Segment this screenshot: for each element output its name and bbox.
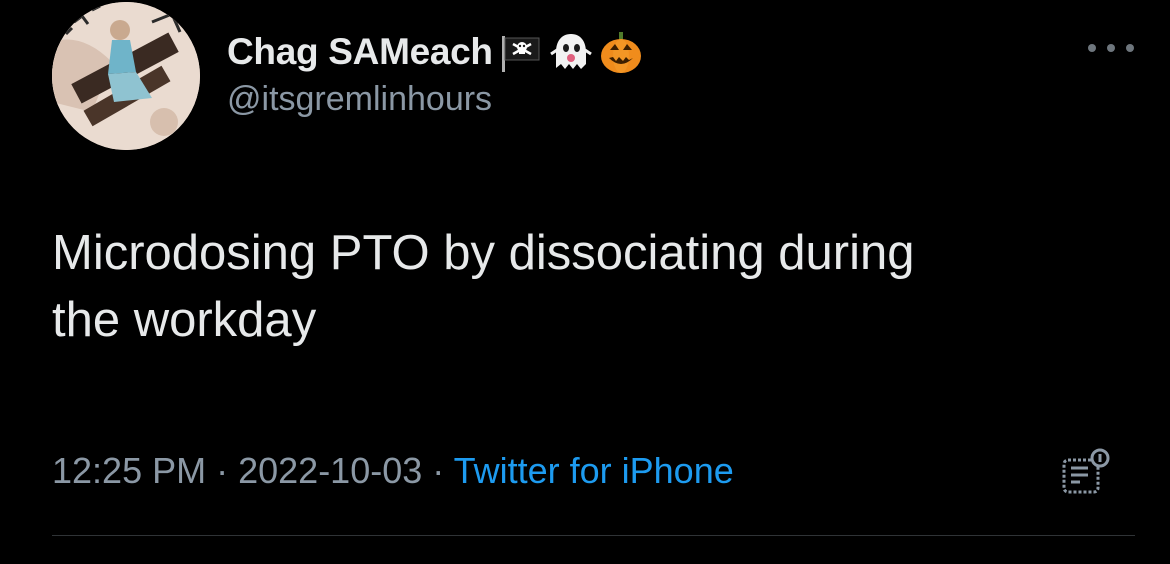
more-options-button[interactable]	[1088, 36, 1134, 60]
ghost-emoji	[549, 30, 593, 74]
meta-separator: ·	[432, 450, 454, 491]
avatar-image	[52, 2, 200, 150]
tweet-source[interactable]: Twitter for iPhone	[454, 450, 734, 491]
tweet-text: Microdosing PTO by dissociating during t…	[52, 220, 1142, 354]
pirate-flag-emoji	[499, 30, 543, 74]
meta-separator: ·	[216, 450, 239, 491]
analytics-icon[interactable]	[1060, 446, 1112, 498]
more-icon-dot	[1107, 44, 1115, 52]
tweet-card: Chag SAMeach @itsgremlinhours Microdosin…	[0, 0, 1170, 564]
more-icon	[1088, 44, 1096, 52]
divider	[52, 535, 1135, 536]
tweet-time[interactable]: 12:25 PM	[52, 450, 206, 491]
display-name-text: Chag SAMeach	[227, 31, 493, 72]
tweet-text-line: the workday	[52, 293, 317, 347]
user-handle[interactable]: @itsgremlinhours	[227, 80, 492, 119]
more-icon-dot	[1126, 44, 1134, 52]
tweet-date[interactable]: 2022-10-03	[238, 450, 422, 491]
jack-o-lantern-emoji	[599, 30, 643, 74]
tweet-meta: 12:25 PM · 2022-10-03 · Twitter for iPho…	[52, 450, 734, 492]
display-name[interactable]: Chag SAMeach	[227, 27, 643, 77]
avatar[interactable]	[52, 2, 200, 150]
tweet-text-line: Microdosing PTO by dissociating during	[52, 226, 915, 280]
